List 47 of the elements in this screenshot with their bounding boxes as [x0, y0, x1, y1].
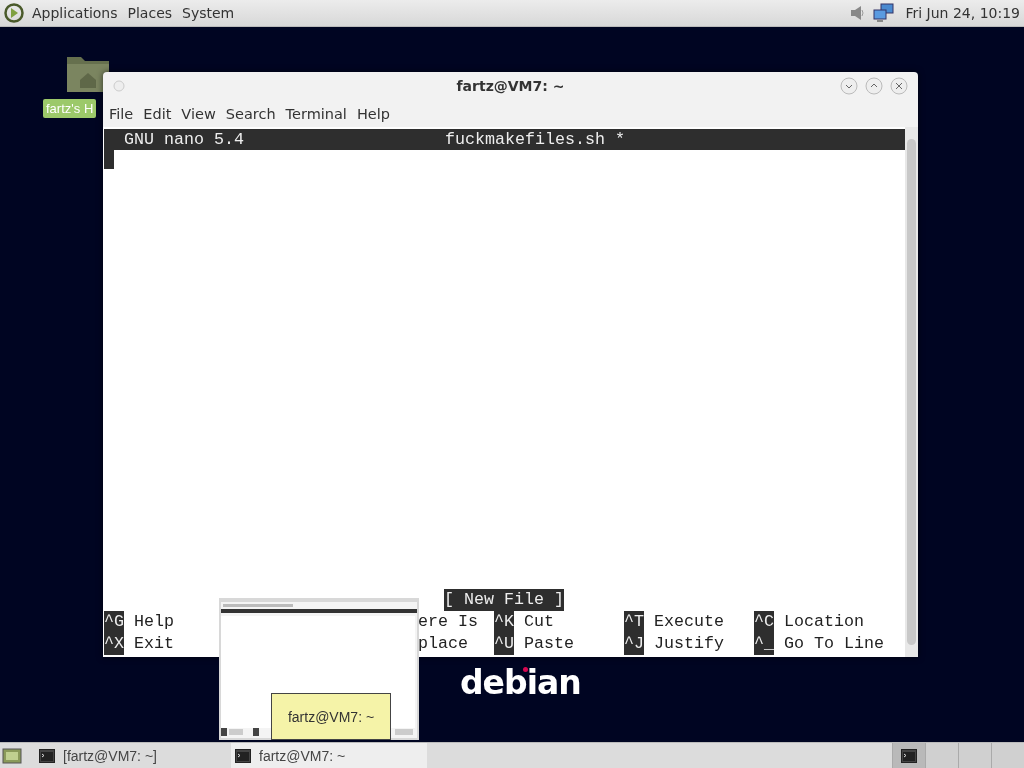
status-message: [ New File ] [444, 589, 564, 611]
terminal-icon [901, 748, 917, 763]
shortcut-label: Help [134, 611, 174, 633]
shortcut-key: ^K [494, 611, 514, 633]
panel-menu[interactable]: Applications [30, 5, 120, 21]
shortcut-label: Go To Line [784, 633, 884, 655]
terminal-icon [39, 748, 55, 763]
panel-menu[interactable]: Places [125, 5, 175, 21]
shortcut-key: ^U [494, 633, 514, 655]
scrollbar[interactable] [905, 127, 918, 657]
menu-item[interactable]: File [106, 105, 137, 122]
shortcut-key: ^X [104, 633, 124, 655]
network-icon[interactable] [873, 3, 896, 23]
menu-item[interactable]: Terminal [282, 105, 350, 122]
taskbar-button[interactable]: [fartz@VM7: ~] [35, 743, 231, 768]
shortcut-label: Paste [524, 633, 574, 655]
file-name: fuckmakefiles.sh * [445, 128, 625, 151]
maximize-button[interactable] [865, 77, 883, 95]
shortcut-label: ere Is [418, 611, 478, 633]
tooltip: fartz@VM7: ~ [271, 693, 391, 740]
taskbar-button[interactable]: fartz@VM7: ~ [231, 743, 427, 768]
menu-item[interactable]: Search [222, 105, 279, 122]
debian-logo: debian [460, 663, 581, 702]
shortcut-key: ^C [754, 611, 774, 633]
menu-item[interactable]: View [178, 105, 219, 122]
show-desktop-icon[interactable] [1, 745, 23, 766]
shortcut-label: Execute [654, 611, 724, 633]
shortcut-key: ^J [624, 633, 644, 655]
menu-item[interactable]: Edit [140, 105, 175, 122]
shortcut-label: place [418, 633, 468, 655]
nano-version: GNU nano 5.4 [124, 128, 245, 151]
terminal-icon [235, 748, 251, 763]
shortcut-key: ^_ [754, 633, 774, 655]
clock[interactable]: Fri Jun 24, 10:19 [905, 5, 1020, 21]
workspace-button[interactable] [892, 743, 925, 768]
shortcut-key: ^G [104, 611, 124, 633]
shortcut-label: Location [784, 611, 864, 633]
shortcut-label: Justify [654, 633, 724, 655]
distro-logo-icon[interactable] [4, 3, 24, 23]
menu-item[interactable]: Help [353, 105, 393, 122]
window-title: fartz@VM7: ~ [456, 78, 565, 94]
close-button[interactable] [890, 77, 908, 95]
shortcut-label: Cut [524, 611, 554, 633]
panel-menu[interactable]: System [180, 5, 237, 21]
minimize-button[interactable] [840, 77, 858, 95]
shortcut-key: ^T [624, 611, 644, 633]
shortcut-label: Exit [134, 633, 174, 655]
